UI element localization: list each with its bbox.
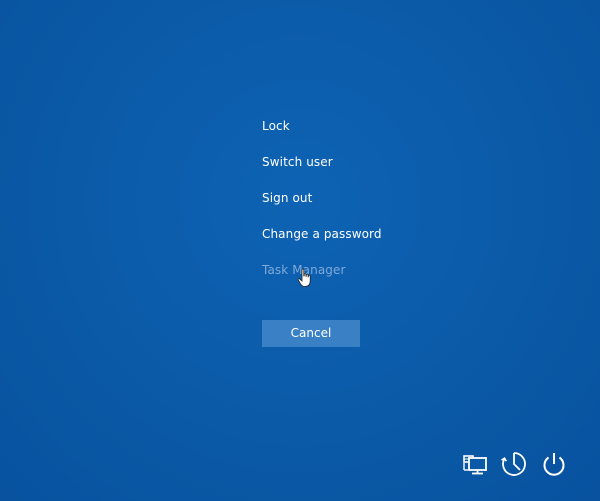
security-options-screen: Lock Switch user Sign out Change a passw… — [0, 0, 600, 501]
power-icon[interactable] — [539, 449, 569, 479]
network-icon[interactable] — [460, 449, 490, 479]
cancel-button[interactable]: Cancel — [262, 320, 360, 347]
task-manager-option[interactable]: Task Manager — [262, 260, 382, 296]
ease-of-access-icon[interactable] — [499, 449, 529, 479]
change-password-option[interactable]: Change a password — [262, 224, 382, 260]
sign-out-option[interactable]: Sign out — [262, 188, 382, 224]
lock-option[interactable]: Lock — [262, 116, 382, 152]
hand-cursor-icon — [297, 268, 313, 288]
security-options-menu: Lock Switch user Sign out Change a passw… — [262, 116, 382, 296]
switch-user-option[interactable]: Switch user — [262, 152, 382, 188]
